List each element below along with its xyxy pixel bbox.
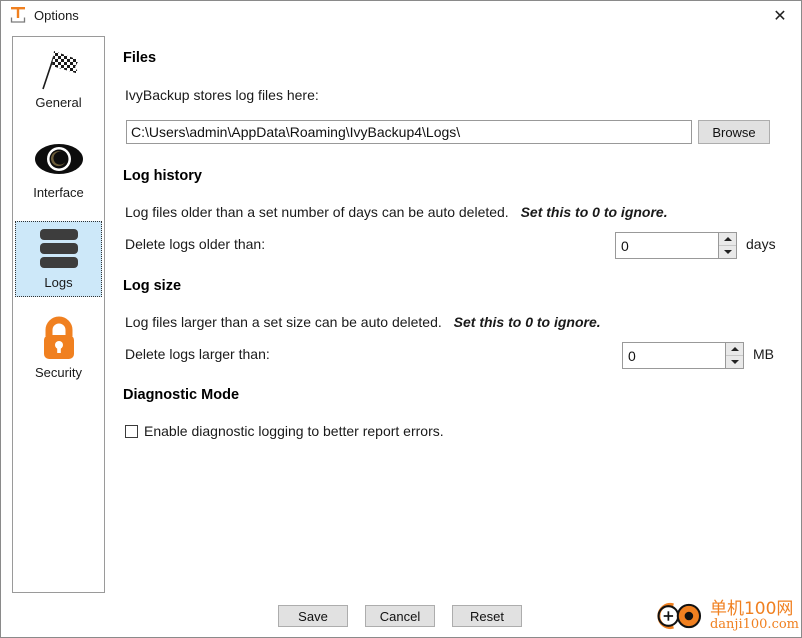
diagnostic-heading: Diagnostic Mode	[123, 387, 240, 403]
checkered-flag-icon	[29, 45, 89, 93]
spinner-up-icon[interactable]	[719, 233, 736, 246]
log-size-hint: Set this to 0 to ignore.	[453, 314, 601, 330]
log-path-input[interactable]	[126, 120, 692, 144]
logs-stack-icon	[29, 225, 89, 273]
log-history-hint: Set this to 0 to ignore.	[520, 204, 668, 220]
sidebar-item-label: Interface	[33, 185, 84, 200]
sidebar-item-general[interactable]: General	[15, 41, 102, 117]
options-dialog: Options ✕ General Interface Logs Securit…	[0, 0, 802, 638]
sidebar-item-label: Logs	[44, 275, 73, 290]
spinner-buttons	[718, 233, 736, 258]
site-watermark: 单机100网 danji100.com	[653, 595, 799, 637]
files-heading: Files	[123, 50, 157, 66]
spinner-down-icon[interactable]	[719, 246, 736, 258]
title-bar: Options ✕	[1, 1, 801, 29]
files-description: IvyBackup stores log files here:	[125, 87, 319, 103]
category-sidebar: General Interface Logs Security	[12, 36, 105, 593]
enable-diagnostic-logging-checkbox-row[interactable]: Enable diagnostic logging to better repo…	[125, 423, 444, 439]
log-size-heading: Log size	[123, 278, 182, 294]
sidebar-item-security[interactable]: Security	[15, 311, 102, 387]
watermark-en-text: danji100.com	[709, 617, 799, 632]
eye-icon	[29, 135, 89, 183]
spinner-buttons	[725, 343, 743, 368]
spinner-down-icon[interactable]	[726, 356, 743, 368]
delete-logs-older-value[interactable]: 0	[616, 233, 718, 258]
close-icon[interactable]: ✕	[759, 1, 801, 29]
delete-older-label: Delete logs older than:	[125, 236, 266, 252]
enable-diagnostic-logging-label: Enable diagnostic logging to better repo…	[144, 423, 444, 439]
days-unit-label: days	[746, 236, 776, 252]
sidebar-item-interface[interactable]: Interface	[15, 131, 102, 207]
delete-logs-older-spinner[interactable]: 0	[615, 232, 737, 259]
save-button[interactable]: Save	[278, 605, 348, 627]
watermark-cn-text: 单机100网	[709, 599, 794, 619]
log-size-description-text: Log files larger than a set size can be …	[125, 314, 442, 330]
mb-unit-label: MB	[753, 346, 774, 362]
sidebar-item-logs[interactable]: Logs	[15, 221, 102, 297]
checkbox-icon[interactable]	[125, 424, 138, 438]
log-history-heading: Log history	[123, 168, 202, 184]
reset-button[interactable]: Reset	[452, 605, 522, 627]
delete-larger-label: Delete logs larger than:	[125, 346, 270, 362]
padlock-icon	[29, 315, 89, 363]
log-history-description-text: Log files older than a set number of day…	[125, 204, 509, 220]
delete-logs-larger-spinner[interactable]: 0	[622, 342, 744, 369]
sidebar-item-label: General	[35, 95, 82, 110]
ivybackup-logo-icon	[9, 6, 27, 24]
window-title: Options	[34, 7, 79, 23]
watermark-logo-icon	[657, 602, 702, 630]
sidebar-item-label: Security	[35, 365, 82, 380]
spinner-up-icon[interactable]	[726, 343, 743, 356]
log-history-description: Log files older than a set number of day…	[125, 204, 668, 220]
log-size-description: Log files larger than a set size can be …	[125, 314, 601, 330]
browse-button[interactable]: Browse	[698, 120, 770, 144]
cancel-button[interactable]: Cancel	[365, 605, 435, 627]
delete-logs-larger-value[interactable]: 0	[623, 343, 725, 368]
